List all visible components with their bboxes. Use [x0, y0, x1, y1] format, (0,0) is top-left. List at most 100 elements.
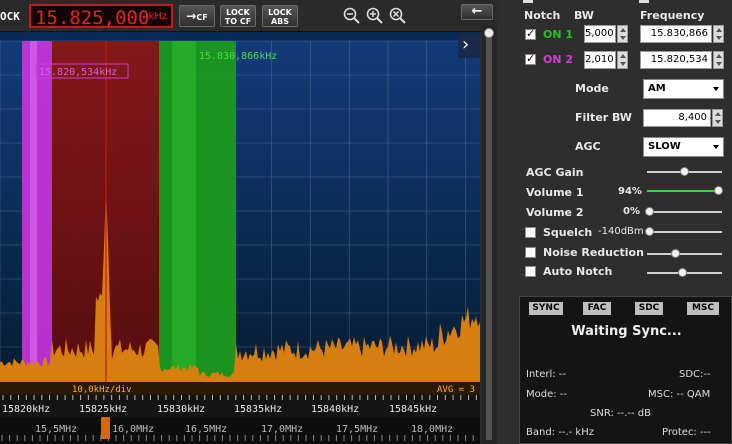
zoom-reset-icon[interactable]: [389, 7, 407, 25]
scale-label: 15835kHz: [234, 404, 282, 415]
chevron-right-icon: ›: [462, 34, 470, 55]
scale-label: 15845kHz: [389, 404, 437, 415]
mode-label: Mode: [575, 82, 609, 95]
squelch-knob[interactable]: [645, 227, 654, 236]
scale-label: 16,0MHz: [112, 424, 154, 435]
div-label: 10,0kHz/div: [72, 385, 132, 395]
notch-2-label: ON 2: [543, 53, 574, 66]
volume-1-fill: [647, 190, 718, 192]
notch-2-band-center: [30, 41, 37, 382]
toolbar: OCK 15.825,000 kHz →CF LOCK TO CF LOCK A…: [0, 0, 497, 32]
auto-notch-checkbox[interactable]: [525, 266, 536, 277]
frequency-header: Frequency: [640, 9, 705, 22]
lock-to-cf-line1: LOCK: [226, 8, 250, 17]
to-cf-label: CF: [196, 13, 208, 22]
expand-button[interactable]: ›: [458, 34, 480, 58]
lock-abs-line1: LOCK: [268, 8, 292, 17]
drm-panel: SYNC FAC SDC MSC Waiting Sync... Interl:…: [519, 296, 732, 444]
drm-band: Band: --.- kHz: [526, 427, 594, 438]
volume-2-label: Volume 2: [526, 206, 584, 219]
arrow-right-icon: →: [186, 9, 197, 23]
squelch-track[interactable]: [647, 231, 722, 233]
spectrum-plot[interactable]: 10,0kHz/div AVG = 3 15.830,866kHz 15.820…: [0, 32, 480, 395]
notch-2-bw-spinner[interactable]: [617, 51, 628, 69]
volume-1-knob[interactable]: [713, 186, 723, 195]
frequency-scale[interactable]: 15820kHz 15825kHz 15830kHz 15835kHz 1584…: [0, 395, 480, 444]
scrollbar-track: [486, 30, 492, 440]
frequency-value: 15.825,000: [35, 7, 150, 29]
scale-label: 15,5MHz: [35, 424, 77, 435]
volume-2-knob[interactable]: [645, 207, 654, 216]
auto-notch-knob[interactable]: [678, 268, 687, 277]
panel-top-tab: [523, 0, 533, 3]
filter-bw-spinner[interactable]: [712, 109, 723, 127]
bw-header: BW: [574, 9, 594, 22]
fac-indicator: FAC: [583, 302, 611, 315]
scale-label: 18,0MHz: [411, 424, 453, 435]
notch-1-band-center: [172, 41, 196, 382]
to-cf-button[interactable]: →CF: [179, 5, 215, 27]
auto-notch-label: Auto Notch: [543, 265, 613, 278]
frequency-display[interactable]: 15.825,000 kHz: [29, 4, 173, 29]
notch-2-marker-label: 15.820,534kHz: [39, 67, 117, 78]
zoom-in-icon[interactable]: [366, 7, 384, 25]
lock-label[interactable]: OCK: [0, 10, 20, 23]
control-panel: Notch BW Frequency ON 1 5,000 15.830,866…: [497, 0, 732, 444]
volume-1-value: 94%: [618, 186, 642, 197]
collapse-panel-button[interactable]: ←: [461, 4, 493, 20]
drm-snr: SNR: --.-- dB: [590, 408, 652, 419]
drm-protec: Protec: ---: [662, 427, 711, 438]
scale-label: 15820kHz: [2, 404, 50, 415]
scale-label: 15825kHz: [79, 404, 127, 415]
notch-header: Notch: [524, 9, 561, 22]
drm-mode: Mode: --: [526, 389, 568, 400]
drm-status: Waiting Sync...: [571, 324, 682, 339]
agc-select[interactable]: SLOW: [643, 137, 724, 157]
noise-reduction-track[interactable]: [647, 253, 722, 255]
notch-1-label: ON 1: [543, 28, 574, 41]
noise-reduction-label: Noise Reduction: [543, 246, 644, 259]
noise-reduction-knob[interactable]: [671, 249, 680, 258]
spectrum-top-strip: [0, 32, 480, 41]
scrollbar-knob[interactable]: [484, 28, 494, 38]
drm-interl: Interl: --: [526, 369, 567, 380]
notch-1-freq-input[interactable]: 15.830,866: [640, 25, 712, 43]
scale-label: 15830kHz: [157, 404, 205, 415]
vertical-scrollbar[interactable]: [482, 26, 497, 444]
sdc-indicator: SDC: [635, 302, 663, 315]
filter-bw-label: Filter BW: [575, 111, 632, 124]
squelch-checkbox[interactable]: [525, 227, 536, 238]
notch-1-freq-spinner[interactable]: [713, 25, 724, 43]
drm-sdc: SDC:--: [679, 369, 711, 380]
notch-2-checkbox[interactable]: [525, 52, 536, 65]
notch-2-freq-input[interactable]: 15.820,534: [640, 51, 712, 69]
notch-1-checkbox[interactable]: [525, 27, 536, 40]
arrow-left-icon: ←: [471, 4, 483, 19]
lock-abs-line2: ABS: [270, 17, 290, 26]
avg-label: AVG = 3: [437, 385, 475, 395]
zoom-out-icon[interactable]: [343, 7, 361, 25]
noise-reduction-checkbox[interactable]: [525, 247, 536, 258]
notch-1-bw-input[interactable]: 5,000: [584, 25, 616, 43]
lock-to-cf-button[interactable]: LOCK TO CF: [220, 5, 256, 27]
filter-bw-input[interactable]: 8,400: [643, 109, 711, 127]
frequency-unit: kHz: [148, 11, 167, 22]
scale-position-marker[interactable]: [101, 417, 110, 439]
squelch-value: -140dBm: [598, 226, 644, 237]
notch-1-bw-spinner[interactable]: [617, 25, 628, 43]
volume-2-track[interactable]: [647, 211, 722, 213]
notch-2-freq-spinner[interactable]: [713, 51, 724, 69]
lock-abs-button[interactable]: LOCK ABS: [262, 5, 298, 27]
mode-select[interactable]: AM: [643, 79, 724, 99]
panel-top-tab: [639, 0, 649, 3]
notch-2-bw-input[interactable]: 2,010: [584, 51, 616, 69]
spectrum-display[interactable]: 10,0kHz/div AVG = 3 15.830,866kHz 15.820…: [0, 32, 480, 395]
notch-1-band: [159, 41, 236, 382]
agc-gain-knob[interactable]: [680, 167, 689, 176]
lock-to-cf-line2: TO CF: [224, 17, 252, 26]
msc-indicator: MSC: [687, 302, 719, 315]
agc-label: AGC: [575, 140, 601, 153]
volume-2-value: 0%: [623, 206, 640, 217]
drm-msc: MSC: -- QAM: [648, 389, 711, 400]
scale-label: 17,5MHz: [336, 424, 378, 435]
